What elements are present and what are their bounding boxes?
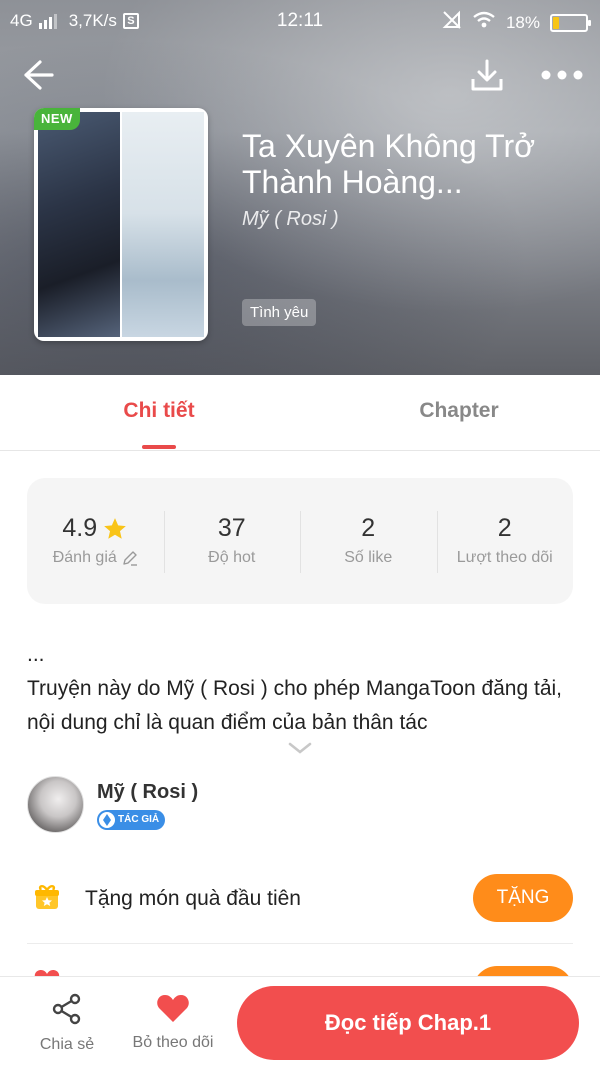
tab-detail[interactable]: Chi tiết <box>0 399 318 423</box>
book-title: Ta Xuyên Không Trở Thành Hoàng... <box>242 128 536 200</box>
active-tab-indicator <box>142 445 176 449</box>
status-right: 18% <box>442 10 591 35</box>
share-button[interactable]: Chia sẻ <box>22 993 112 1054</box>
book-header: 4G 3,7K/s S 12:11 18% NEW Ta Xuyên Không… <box>0 0 600 375</box>
mute-icon <box>442 10 462 35</box>
description-text: Truyện này do Mỹ ( Rosi ) cho phép Manga… <box>27 677 563 734</box>
heart-filled-icon <box>157 995 189 1022</box>
wifi-icon <box>472 11 496 34</box>
pen-nib-icon <box>99 812 115 828</box>
genre-tag[interactable]: Tình yêu <box>242 299 317 326</box>
share-label: Chia sẻ <box>39 1036 95 1053</box>
stat-rating[interactable]: 4.9 Đánh giá <box>27 478 164 604</box>
more-button[interactable] <box>540 53 584 97</box>
hot-value: 37 <box>217 514 246 542</box>
new-badge: NEW <box>34 108 80 130</box>
like-label: Số like <box>344 549 393 566</box>
continue-reading-button[interactable]: Đọc tiếp Chap.1 <box>237 986 579 1060</box>
author-avatar[interactable] <box>27 776 84 833</box>
download-icon <box>471 59 503 91</box>
stat-likes: 2 Số like <box>300 478 437 604</box>
battery-icon <box>550 13 591 32</box>
author-badge: TÁC GIẢ <box>97 810 166 830</box>
back-button[interactable] <box>16 53 60 97</box>
gift-label: Tặng món quà đầu tiên <box>85 887 301 910</box>
section-divider <box>27 943 573 944</box>
author-badge-label: TÁC GIẢ <box>118 814 160 825</box>
battery-level <box>553 16 560 29</box>
gift-icon <box>35 885 59 909</box>
star-icon <box>104 517 126 539</box>
like-value: 2 <box>361 514 376 542</box>
follow-label: Lượt theo dõi <box>456 549 553 566</box>
more-dots-icon <box>541 70 583 80</box>
tab-chapter[interactable]: Chapter <box>318 399 600 423</box>
gift-button[interactable]: TẶNG <box>473 874 573 922</box>
book-cover[interactable]: NEW <box>34 108 208 341</box>
rating-label: Đánh giá <box>52 549 117 566</box>
author-name[interactable]: Mỹ ( Rosi ) <box>97 781 198 804</box>
cover-art-left <box>38 112 120 337</box>
battery-percent: 18% <box>505 12 540 32</box>
rating-value: 4.9 <box>62 514 98 542</box>
bottom-action-bar: Chia sẻ Bỏ theo dõi Đọc tiếp Chap.1 <box>0 976 600 1067</box>
gift-row: Tặng món quà đầu tiên TẶNG <box>27 874 573 926</box>
stat-hot: 37 Độ hot <box>163 478 301 604</box>
unfollow-button[interactable]: Bỏ theo dõi <box>123 993 223 1052</box>
download-button[interactable] <box>465 53 509 97</box>
unfollow-label: Bỏ theo dõi <box>132 1034 214 1051</box>
pencil-icon <box>123 551 137 566</box>
share-icon <box>52 993 81 1025</box>
follow-value: 2 <box>497 514 512 542</box>
tab-bar: Chi tiết Chapter <box>0 375 600 451</box>
stat-follows: 2 Lượt theo dõi <box>436 478 574 604</box>
expand-description-button[interactable] <box>288 740 312 756</box>
chevron-down-icon <box>288 742 312 754</box>
description-ellipsis: ... <box>27 643 45 666</box>
arrow-left-icon <box>24 60 54 90</box>
cover-art-right <box>122 112 204 337</box>
status-bar: 4G 3,7K/s S 12:11 18% <box>0 0 600 42</box>
description: ... Truyện này do Mỹ ( Rosi ) cho phép M… <box>27 638 577 740</box>
book-author[interactable]: Mỹ ( Rosi ) <box>242 208 339 231</box>
author-row[interactable]: Mỹ ( Rosi ) TÁC GIẢ <box>27 776 573 836</box>
stats-card: 4.9 Đánh giá 37 Độ hot 2 Số like 2 Lượt … <box>27 478 573 604</box>
hot-label: Độ hot <box>208 549 256 566</box>
